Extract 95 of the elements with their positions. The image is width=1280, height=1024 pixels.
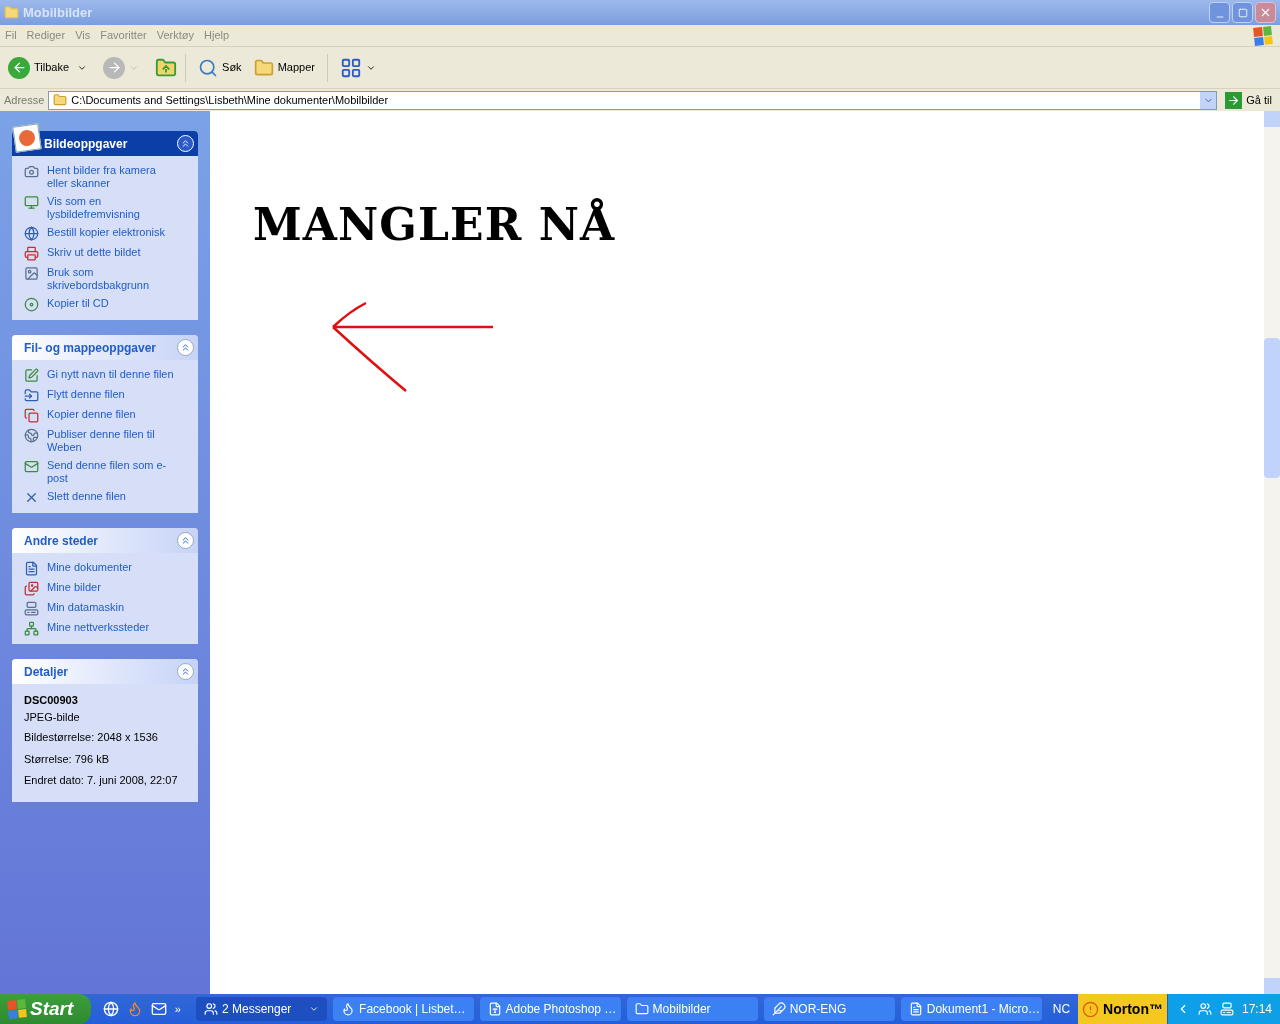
task-icon xyxy=(24,246,39,261)
task-link[interactable]: Kopier til CD xyxy=(47,297,179,310)
search-button[interactable]: Søk xyxy=(194,57,246,78)
taskbar-button[interactable]: Adobe Photoshop … xyxy=(479,997,621,1021)
panel-title: Andre steder xyxy=(24,532,99,550)
taskbar-button[interactable]: Mobilbilder xyxy=(626,997,758,1021)
go-icon xyxy=(1225,91,1243,109)
taskbar-button[interactable]: Facebook | Lisbet… xyxy=(333,997,474,1021)
close-icon xyxy=(1259,6,1272,19)
task-link[interactable]: Send denne filen som e-post xyxy=(47,459,179,485)
panel-title: Detaljer xyxy=(24,663,69,681)
task-link[interactable]: Bruk som skrivebordsbakgrunn xyxy=(47,266,179,292)
task-link[interactable]: Kopier denne filen xyxy=(47,408,179,421)
forward-icon[interactable] xyxy=(103,56,126,79)
app-icon xyxy=(771,1002,786,1016)
task-icon xyxy=(24,459,39,474)
restore-icon xyxy=(1237,7,1248,18)
more-icon[interactable]: » xyxy=(174,1000,181,1018)
task-link[interactable]: Gi nytt navn til denne filen xyxy=(47,368,179,381)
back-button[interactable]: Tilbake xyxy=(8,56,74,79)
tray-text: NC xyxy=(1051,1001,1072,1018)
menu-item[interactable]: Vis xyxy=(70,27,96,44)
search-icon xyxy=(198,57,219,78)
up-folder-icon[interactable] xyxy=(155,56,178,79)
detail-line: Endret dato: 7. juni 2008, 22:07 xyxy=(24,773,179,788)
app-icon xyxy=(341,1002,356,1016)
chevron-icon xyxy=(309,1004,320,1014)
task-icon xyxy=(24,388,39,403)
menu-item[interactable]: Fil xyxy=(0,27,22,44)
task-icon xyxy=(24,164,39,179)
task-icon xyxy=(24,195,39,210)
address-label: Adresse xyxy=(4,92,45,108)
file-type: JPEG-bilde xyxy=(24,709,81,725)
panel-title: Bildeoppgaver xyxy=(44,135,128,153)
views-icon[interactable] xyxy=(339,56,362,79)
task-icon xyxy=(24,601,39,616)
file-name: DSC00903 xyxy=(24,693,79,708)
task-link[interactable]: Mine dokumenter xyxy=(47,561,179,574)
task-link[interactable]: Skriv ut dette bildet xyxy=(47,246,179,259)
taskbar-button[interactable]: Dokument1 - Micro… xyxy=(900,997,1042,1021)
messenger-icon[interactable] xyxy=(1197,1002,1212,1016)
window-title: Mobilbilder xyxy=(23,3,93,22)
app-icon xyxy=(487,1002,502,1016)
task-link[interactable]: Hent bilder fra kamera eller skanner xyxy=(47,164,179,190)
task-link[interactable]: Slett denne filen xyxy=(47,490,179,503)
task-icon xyxy=(24,490,39,505)
task-link[interactable]: Publiser denne filen til Weben xyxy=(47,428,179,454)
task-icon xyxy=(24,368,39,383)
scrollbar[interactable] xyxy=(1264,111,1280,994)
task-icon xyxy=(24,428,39,443)
task-link[interactable]: Min datamaskin xyxy=(47,601,179,614)
norton-badge[interactable]: Norton™ xyxy=(1078,994,1167,1024)
task-link[interactable]: Mine nettverkssteder xyxy=(47,621,179,634)
mail-icon[interactable] xyxy=(150,1001,167,1017)
app-icon xyxy=(204,1002,218,1016)
task-icon xyxy=(24,226,39,241)
app-icon xyxy=(634,1002,649,1016)
restore-button[interactable] xyxy=(1232,2,1253,23)
taskbar-button[interactable]: NOR-ENG xyxy=(763,997,895,1021)
panel-title: Fil- og mappeoppgaver xyxy=(24,339,156,357)
menu-item[interactable]: Rediger xyxy=(21,27,71,44)
clock: 17:14 xyxy=(1241,1001,1272,1018)
task-icon xyxy=(24,561,39,576)
task-icon xyxy=(24,297,39,312)
task-link[interactable]: Flytt denne filen xyxy=(47,388,179,401)
detail-line: Størrelse: 796 kB xyxy=(24,751,110,767)
menu-item[interactable]: Hjelp xyxy=(199,27,235,44)
photo-icon xyxy=(12,123,42,153)
task-icon xyxy=(24,581,39,596)
minimize-button[interactable] xyxy=(1209,2,1230,23)
windows-logo-icon xyxy=(7,999,27,1019)
back-icon xyxy=(8,56,30,79)
task-icon xyxy=(24,266,39,281)
folder-icon xyxy=(4,5,19,20)
alert-icon xyxy=(1082,1000,1100,1018)
taskbar-button[interactable]: 2 Messenger xyxy=(196,997,328,1021)
start-button[interactable]: Start xyxy=(0,994,91,1024)
task-icon xyxy=(24,408,39,423)
close-button[interactable] xyxy=(1255,2,1276,23)
task-link[interactable]: Mine bilder xyxy=(47,581,179,594)
detail-line: Bildestørrelse: 2048 x 1536 xyxy=(24,730,159,745)
task-icon xyxy=(24,621,39,636)
preview-caption: MANGLER NÅ xyxy=(253,197,616,252)
task-link[interactable]: Bestill kopier elektronisk xyxy=(47,226,179,239)
address-field[interactable]: C:\Documents and Settings\Lisbeth\Mine dokumenter\Mobilbilder xyxy=(48,90,1218,110)
app-icon xyxy=(908,1002,923,1016)
task-link[interactable]: Vis som en lysbildefremvisning xyxy=(47,195,179,221)
menu-item[interactable]: Verktøy xyxy=(151,27,199,44)
folders-button[interactable]: Mapper xyxy=(249,57,319,78)
menu-item[interactable]: Favoritter xyxy=(95,27,152,44)
folder-icon xyxy=(253,57,274,78)
folder-icon xyxy=(53,93,68,107)
go-button[interactable]: Gå til xyxy=(1221,91,1276,109)
dropdown-button[interactable] xyxy=(1200,91,1217,109)
windows-logo-icon xyxy=(1253,25,1273,46)
